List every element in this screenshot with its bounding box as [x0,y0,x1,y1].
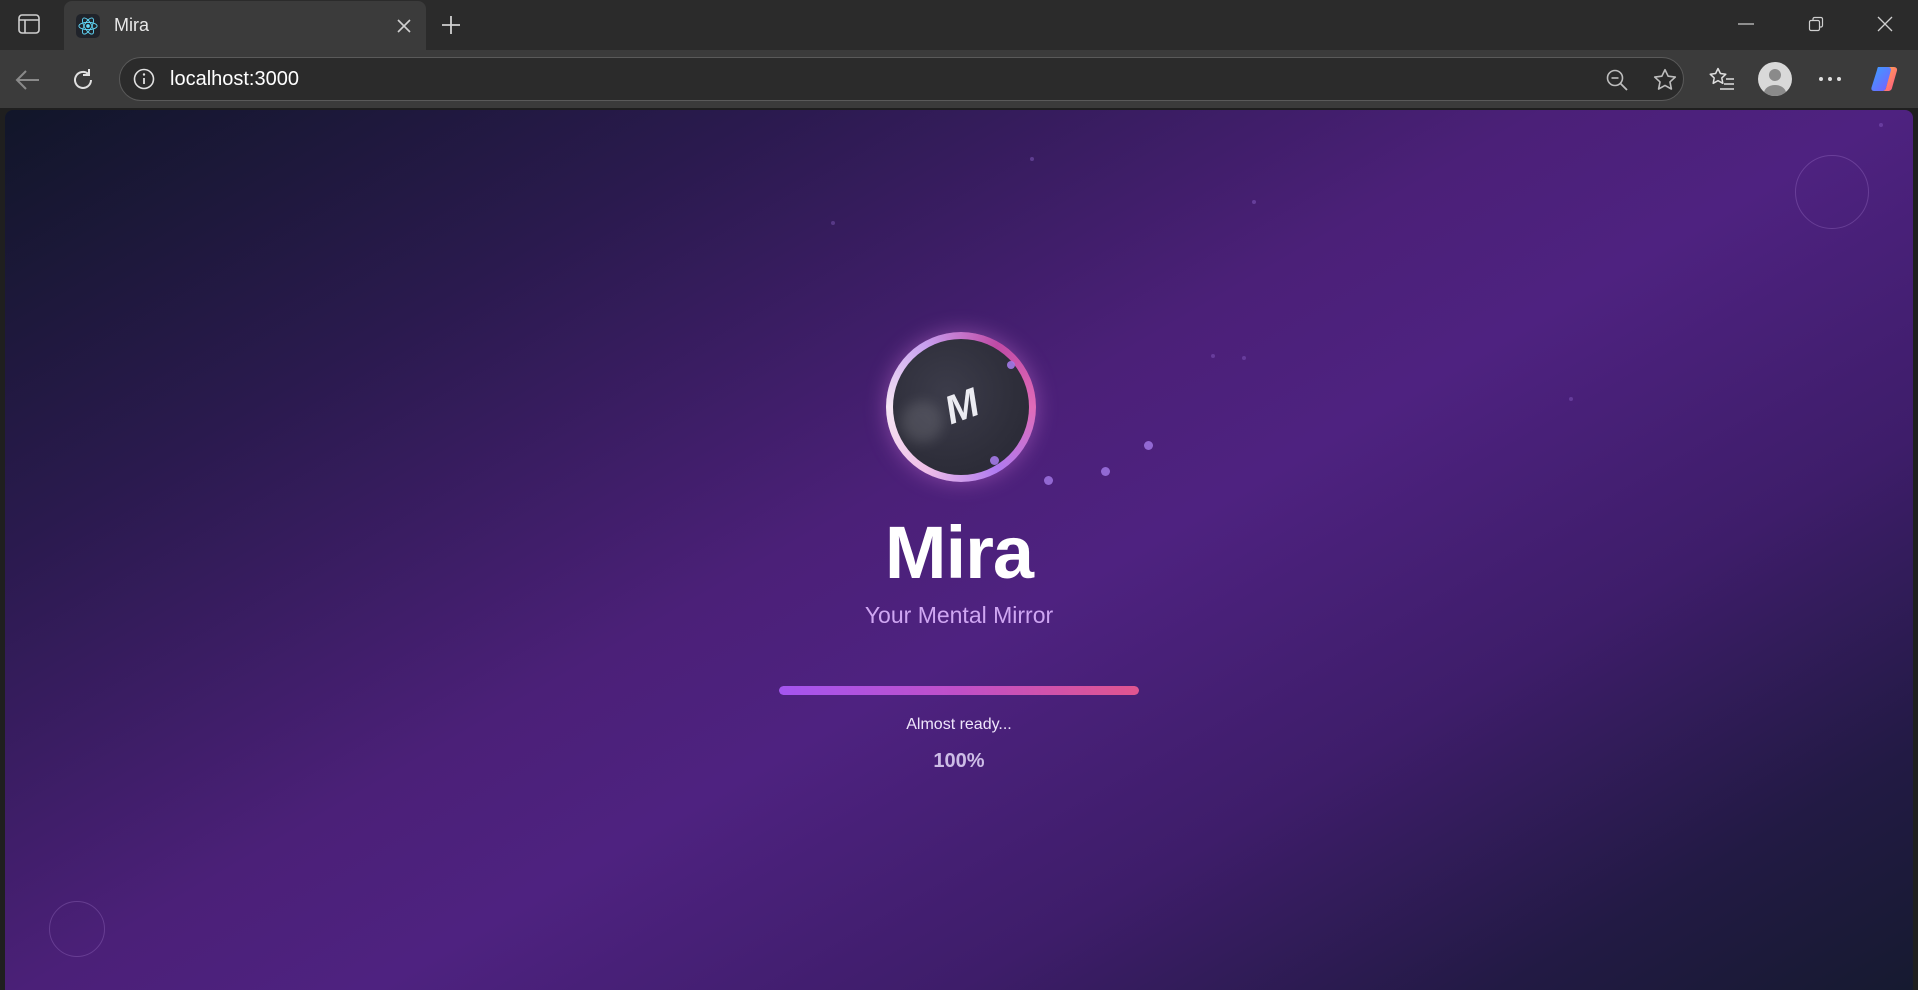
particle [1211,354,1215,358]
particle [1252,200,1256,204]
particle [1007,361,1015,369]
new-tab-icon[interactable] [436,10,466,40]
zoom-out-icon[interactable] [1603,66,1631,94]
particle [1242,356,1246,360]
tab-actions-icon[interactable] [14,11,44,37]
address-bar[interactable]: localhost:3000 [119,57,1684,101]
back-icon[interactable] [10,62,46,98]
site-info-icon[interactable] [132,67,156,91]
decorative-ring [1795,155,1869,229]
particle [1144,441,1153,450]
close-tab-icon[interactable] [392,14,416,38]
react-favicon-icon [76,13,100,38]
particle [831,221,835,225]
particle [1569,397,1573,401]
profile-avatar-icon[interactable] [1757,61,1793,97]
decorative-ring [49,901,105,957]
particle [1879,123,1883,127]
copilot-icon[interactable] [1867,61,1903,97]
favorite-star-icon[interactable] [1651,66,1679,94]
favorites-icon[interactable] [1704,61,1740,97]
page-viewport: M Mira Your Mental Mirror Almost ready..… [5,110,1913,990]
close-window-icon[interactable] [1855,6,1915,42]
app-title: Mira [884,511,1034,594]
particle [990,456,999,465]
logo-letter: M [938,380,984,433]
more-menu-icon[interactable] [1812,61,1848,97]
browser-title-bar: Mira [0,0,1918,50]
tab-title: Mira [114,15,149,35]
app-tagline: Your Mental Mirror [864,602,1054,628]
browser-tab[interactable]: Mira [64,1,426,50]
loading-progress-fill [779,686,1139,695]
loading-percent: 100% [933,750,985,772]
particle [1044,476,1053,485]
minimize-icon[interactable] [1716,6,1776,42]
app-logo: M [886,332,1036,482]
url-text: localhost:3000 [170,68,299,90]
reload-icon[interactable] [65,62,101,98]
particle [1030,157,1034,161]
browser-toolbar: localhost:3000 [0,50,1918,108]
restore-icon[interactable] [1786,6,1846,42]
loading-progress-bar [779,686,1139,695]
loading-status: Almost ready... [906,716,1012,733]
particle [1101,467,1110,476]
